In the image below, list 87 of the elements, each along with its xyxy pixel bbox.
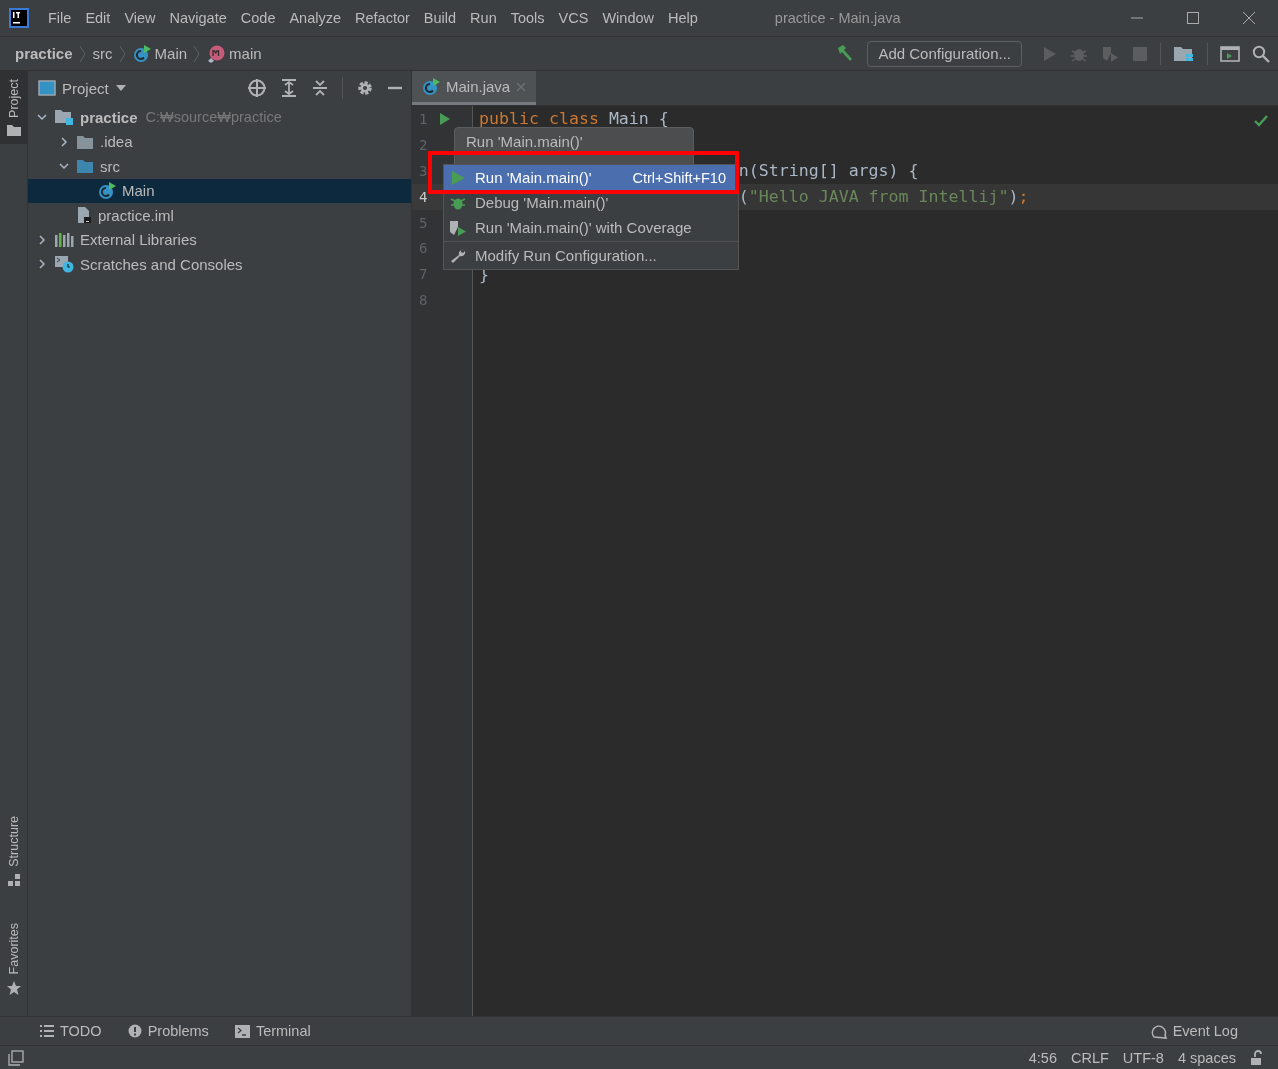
popup-title: Run 'Main.main()' [466, 133, 583, 150]
coverage-icon [449, 219, 467, 236]
file-icon [76, 206, 92, 225]
no-problems-check-icon [1254, 115, 1268, 127]
folder-icon [76, 158, 94, 175]
breadcrumb[interactable]: practice [15, 45, 73, 62]
terminal-icon [234, 1024, 250, 1038]
menu-item[interactable]: Help [661, 10, 705, 26]
tree-item[interactable]: Main [28, 178, 411, 203]
menu-item[interactable]: Build [416, 10, 464, 26]
collapse-all-icon[interactable] [311, 79, 329, 97]
line-number: 4 [419, 188, 429, 205]
tool-window-button[interactable]: Terminal [234, 1023, 311, 1039]
status-item[interactable]: 4 spaces [1177, 1049, 1236, 1066]
class-icon [98, 181, 116, 200]
breadcrumb-separator-icon [193, 44, 202, 63]
tree-item[interactable]: Scratches and Consoles [28, 252, 411, 277]
library-icon [54, 231, 74, 248]
tree-item[interactable]: practice.iml [28, 203, 411, 228]
scratch-icon [54, 255, 74, 274]
list-icon [40, 1025, 54, 1037]
menu-item[interactable]: Debug 'Main.main()' [444, 190, 738, 215]
app-logo-icon [9, 8, 29, 28]
window-title: practice - Main.java [774, 10, 901, 26]
breadcrumb-separator-icon [118, 44, 127, 63]
class-icon [132, 44, 151, 63]
warning-icon [127, 1024, 142, 1038]
code-line: public class Main { [479, 109, 669, 129]
menu-item[interactable]: Refactor [348, 10, 417, 26]
run-icon[interactable] [439, 111, 451, 126]
menu-item[interactable]: View [117, 10, 163, 26]
structure-icon [6, 872, 21, 887]
menu-item[interactable]: Run [463, 10, 504, 26]
tool-window-tab[interactable]: Project [0, 71, 27, 144]
code-line: n(String[] args) { [738, 161, 919, 181]
tool-window-tab[interactable]: Favorites [0, 914, 27, 1004]
menu-item[interactable]: Run 'Main.main()' Ctrl+Shift+F10 [444, 165, 738, 190]
editor-tab[interactable]: Main.java [412, 71, 537, 105]
menu-item[interactable]: Run 'Main.main()' with Coverage [444, 215, 738, 240]
project-folder-icon [54, 108, 74, 127]
project-view-dropdown[interactable]: Project [38, 79, 127, 97]
maximize-icon[interactable] [1186, 11, 1200, 25]
window-icon [38, 80, 56, 96]
tree-item[interactable]: src [28, 154, 411, 179]
tool-window-button[interactable]: Event Log [1150, 1023, 1238, 1039]
menu-item[interactable]: Modify Run Configuration... [444, 243, 738, 268]
panel-toggle-icon[interactable] [8, 1049, 24, 1066]
tree-item[interactable]: External Libraries [28, 227, 411, 252]
tool-window-button[interactable]: TODO [40, 1023, 102, 1039]
breadcrumb-separator-icon [78, 44, 87, 63]
path-text: C:₩source₩practice [145, 109, 282, 126]
status-item[interactable]: CRLF [1071, 1049, 1109, 1066]
breadcrumb[interactable]: Main [154, 45, 188, 62]
locate-icon[interactable] [247, 78, 267, 98]
dropdown-caret-icon [114, 84, 127, 92]
terminal-window-icon[interactable] [1220, 44, 1240, 63]
menu-item[interactable]: Window [595, 10, 661, 26]
tool-window-button[interactable]: Problems [127, 1023, 209, 1039]
status-item[interactable]: 4:56 [1028, 1049, 1057, 1066]
menu-item[interactable]: File [41, 10, 79, 26]
close-icon[interactable] [1242, 11, 1256, 25]
method-icon [207, 44, 226, 63]
speech-bubble-icon [1150, 1023, 1167, 1039]
menu-item[interactable]: Tools [503, 10, 552, 26]
expand-all-icon[interactable] [280, 79, 298, 97]
tree-item[interactable]: .idea [28, 129, 411, 154]
status-item[interactable]: UTF-8 [1122, 1049, 1164, 1066]
run-icon [449, 169, 467, 186]
search-icon[interactable] [1252, 44, 1270, 63]
menu-item[interactable]: VCS [551, 10, 596, 26]
class-icon [422, 77, 440, 96]
star-icon [5, 980, 22, 996]
folder-icon [76, 133, 94, 150]
breadcrumb[interactable]: src [92, 45, 113, 62]
menu-item[interactable]: Edit [78, 10, 118, 26]
tree-item[interactable]: practice C:₩source₩practice [28, 105, 411, 130]
unlocked-icon[interactable] [1250, 1049, 1264, 1066]
menu-item[interactable]: Analyze [282, 10, 349, 26]
project-structure-icon[interactable] [1173, 44, 1195, 63]
breadcrumb[interactable]: main [229, 45, 262, 62]
menu-item[interactable]: Code [233, 10, 283, 26]
menu-item[interactable]: Navigate [162, 10, 234, 26]
folder-icon [6, 123, 21, 136]
add-configuration-button[interactable]: Add Configuration... [867, 40, 1022, 67]
settings-icon[interactable] [356, 79, 374, 97]
code-line: ("Hello JAVA from Intellij"); [738, 187, 1029, 207]
tool-window-tab[interactable]: Structure [0, 807, 27, 895]
